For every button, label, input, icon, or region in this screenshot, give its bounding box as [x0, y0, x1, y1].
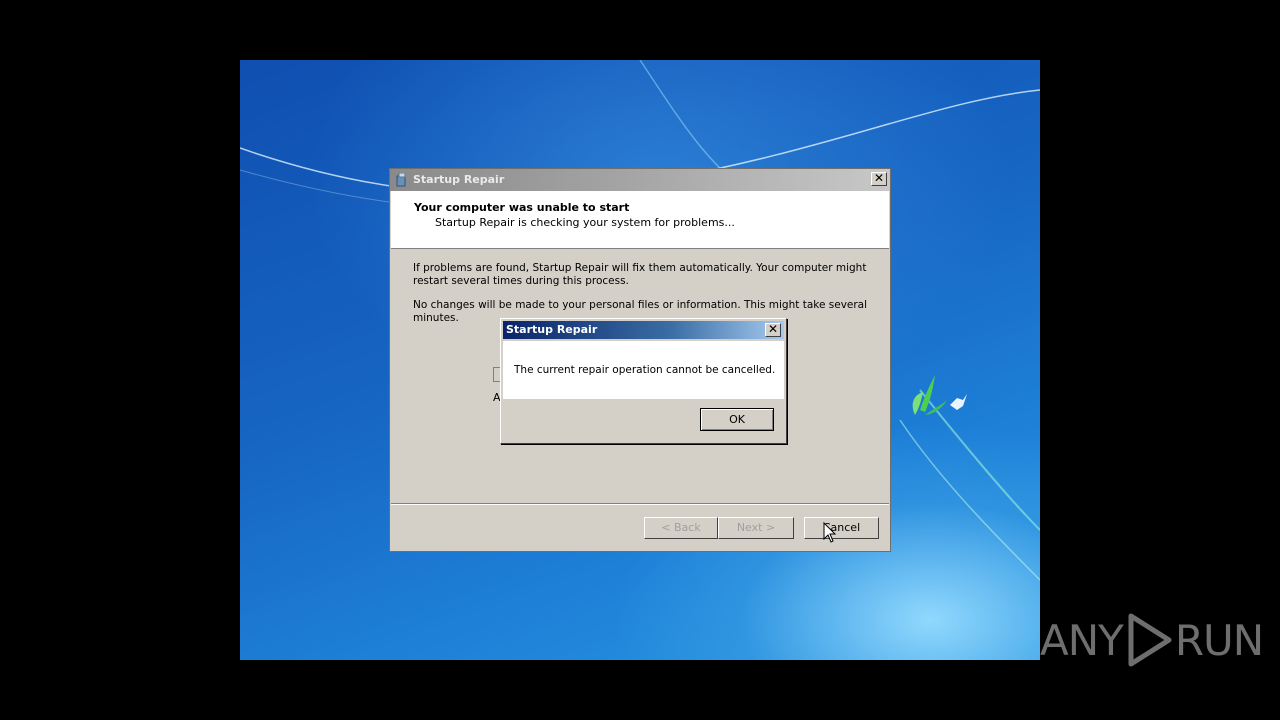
message-dialog: Startup Repair ✕ The current repair oper… [500, 318, 787, 444]
windows-logo-icon [912, 375, 967, 415]
next-button[interactable]: Next > [718, 517, 794, 539]
window-header: Your computer was unable to start Startu… [391, 191, 889, 249]
header-subtitle: Startup Repair is checking your system f… [435, 216, 735, 229]
window-titlebar[interactable]: Startup Repair ✕ [390, 169, 890, 191]
play-icon [1128, 613, 1172, 667]
header-title: Your computer was unable to start [414, 201, 630, 214]
dialog-message: The current repair operation cannot be c… [514, 364, 776, 376]
info-paragraph-1: If problems are found, Startup Repair wi… [413, 262, 867, 287]
window-title: Startup Repair [413, 173, 505, 186]
watermark-left-text: ANY [1040, 615, 1124, 665]
dialog-title: Startup Repair [506, 323, 598, 336]
dialog-titlebar[interactable]: Startup Repair ✕ [503, 321, 784, 339]
watermark-right-text: RUN [1174, 615, 1264, 665]
ok-button[interactable]: OK [700, 408, 774, 431]
startup-repair-icon [396, 173, 406, 187]
mouse-cursor-icon [823, 522, 837, 543]
dialog-message-area: The current repair operation cannot be c… [503, 341, 784, 399]
close-icon[interactable]: ✕ [871, 172, 887, 186]
anyrun-watermark: ANY RUN [1040, 610, 1264, 670]
dialog-close-icon[interactable]: ✕ [765, 323, 781, 337]
cancel-button[interactable]: Cancel [804, 517, 879, 539]
footer-separator [391, 503, 889, 505]
back-button[interactable]: < Back [644, 517, 718, 539]
